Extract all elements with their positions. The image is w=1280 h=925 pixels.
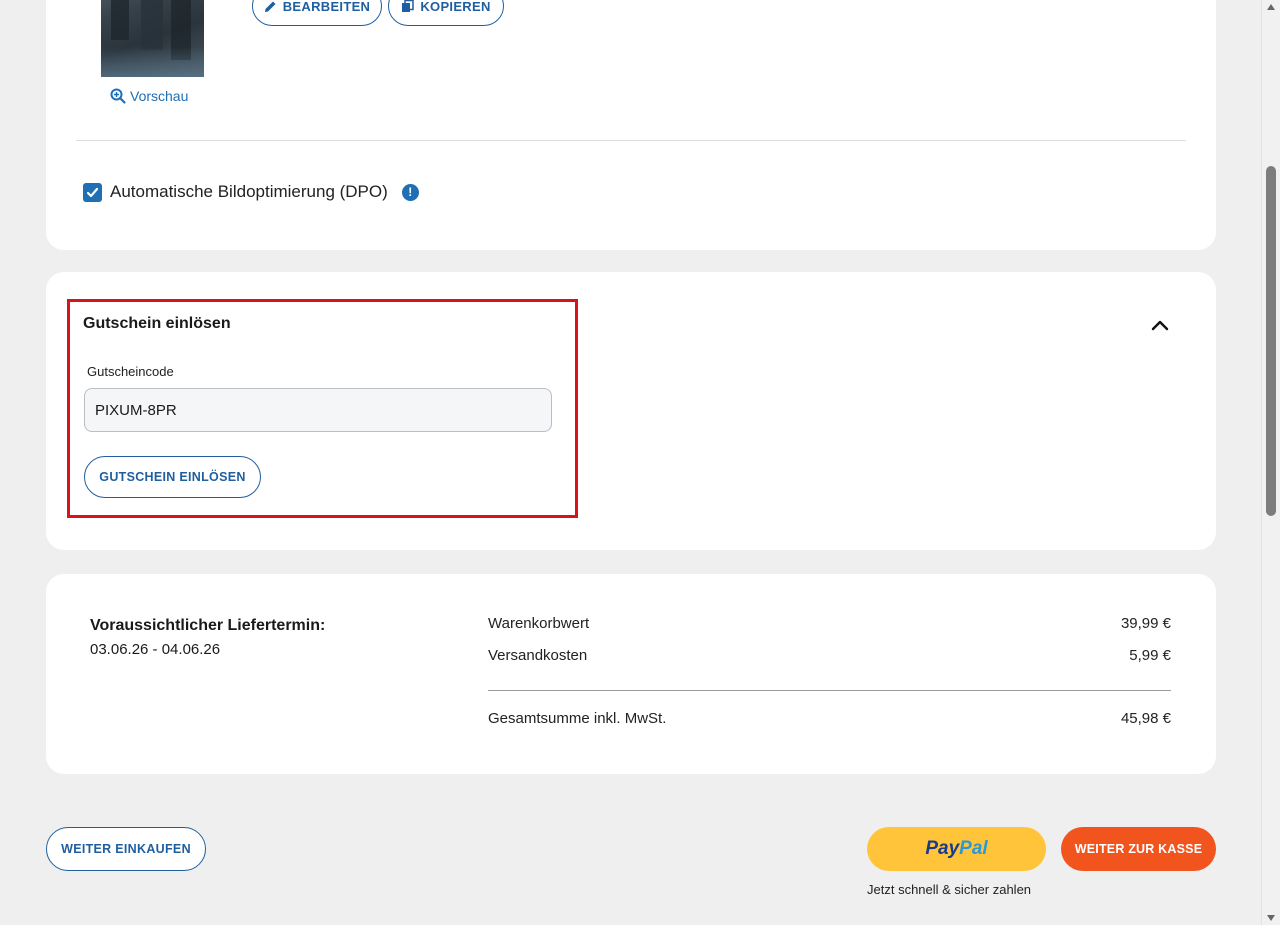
- checkout-button[interactable]: WEITER ZUR KASSE: [1061, 827, 1216, 871]
- dpo-checkbox[interactable]: [83, 182, 102, 202]
- edit-label: BEARBEITEN: [282, 0, 371, 14]
- copy-button[interactable]: KOPIEREN: [388, 0, 504, 26]
- divider: [76, 140, 1186, 141]
- check-icon: [86, 187, 99, 197]
- delivery-title: Voraussichtlicher Liefertermin:: [90, 617, 326, 634]
- preview-label: Vorschau: [130, 88, 189, 104]
- checkout-label: WEITER ZUR KASSE: [1074, 842, 1203, 856]
- redeem-coupon-button[interactable]: GUTSCHEIN EINLÖSEN: [84, 456, 261, 498]
- summary-value: 5,99 €: [1129, 647, 1171, 664]
- scroll-down-icon[interactable]: [1267, 915, 1275, 921]
- edit-button[interactable]: BEARBEITEN: [252, 0, 382, 26]
- order-summary-card: Voraussichtlicher Liefertermin: 03.06.26…: [46, 574, 1216, 774]
- summary-row-shipping: Versandkosten 5,99 €: [488, 647, 1171, 664]
- summary-divider: [488, 690, 1171, 691]
- paypal-button[interactable]: Pay Pal: [867, 827, 1046, 871]
- summary-row-subtotal: Warenkorbwert 39,99 €: [488, 615, 1171, 632]
- summary-value: 45,98 €: [1120, 710, 1171, 727]
- summary-label: Gesamtsumme inkl. MwSt.: [488, 710, 667, 727]
- chevron-up-icon: [1151, 320, 1169, 331]
- summary-label: Warenkorbwert: [488, 615, 590, 632]
- item-thumbnail[interactable]: [101, 0, 204, 77]
- preview-link[interactable]: Vorschau: [110, 88, 188, 104]
- summary-label: Versandkosten: [488, 647, 588, 664]
- copy-label: KOPIEREN: [420, 0, 491, 14]
- zoom-icon: [110, 88, 126, 104]
- info-icon[interactable]: !: [401, 183, 419, 201]
- scroll-thumb[interactable]: [1266, 166, 1276, 516]
- copy-icon: [402, 0, 415, 12]
- summary-row-total: Gesamtsumme inkl. MwSt. 45,98 €: [488, 710, 1171, 727]
- summary-value: 39,99 €: [1120, 615, 1171, 632]
- delivery-date: 03.06.26 - 04.06.26: [90, 641, 221, 658]
- dpo-option: Automatische Bildoptimierung (DPO) !: [83, 182, 419, 202]
- scrollbar[interactable]: [1261, 0, 1280, 925]
- coupon-card: Gutschein einlösen Gutscheincode GUTSCHE…: [46, 272, 1216, 550]
- paypal-subtext: Jetzt schnell & sicher zahlen: [867, 882, 1032, 897]
- continue-shopping-button[interactable]: WEITER EINKAUFEN: [46, 827, 206, 871]
- dpo-label: Automatische Bildoptimierung (DPO): [110, 182, 388, 201]
- paypal-logo-pay: Pay: [925, 838, 960, 859]
- scroll-up-icon[interactable]: [1267, 4, 1275, 10]
- continue-shopping-label: WEITER EINKAUFEN: [61, 842, 191, 856]
- coupon-title: Gutschein einlösen: [83, 315, 231, 332]
- coupon-code-input[interactable]: [84, 388, 552, 432]
- coupon-field-label: Gutscheincode: [87, 364, 174, 379]
- collapse-button[interactable]: [1148, 314, 1172, 338]
- redeem-coupon-label: GUTSCHEIN EINLÖSEN: [99, 470, 246, 484]
- item-card: Vorschau BEARBEITEN KOPIEREN Automatisch…: [46, 0, 1216, 250]
- paypal-logo-pal: Pal: [959, 838, 988, 859]
- pencil-icon: [264, 1, 276, 12]
